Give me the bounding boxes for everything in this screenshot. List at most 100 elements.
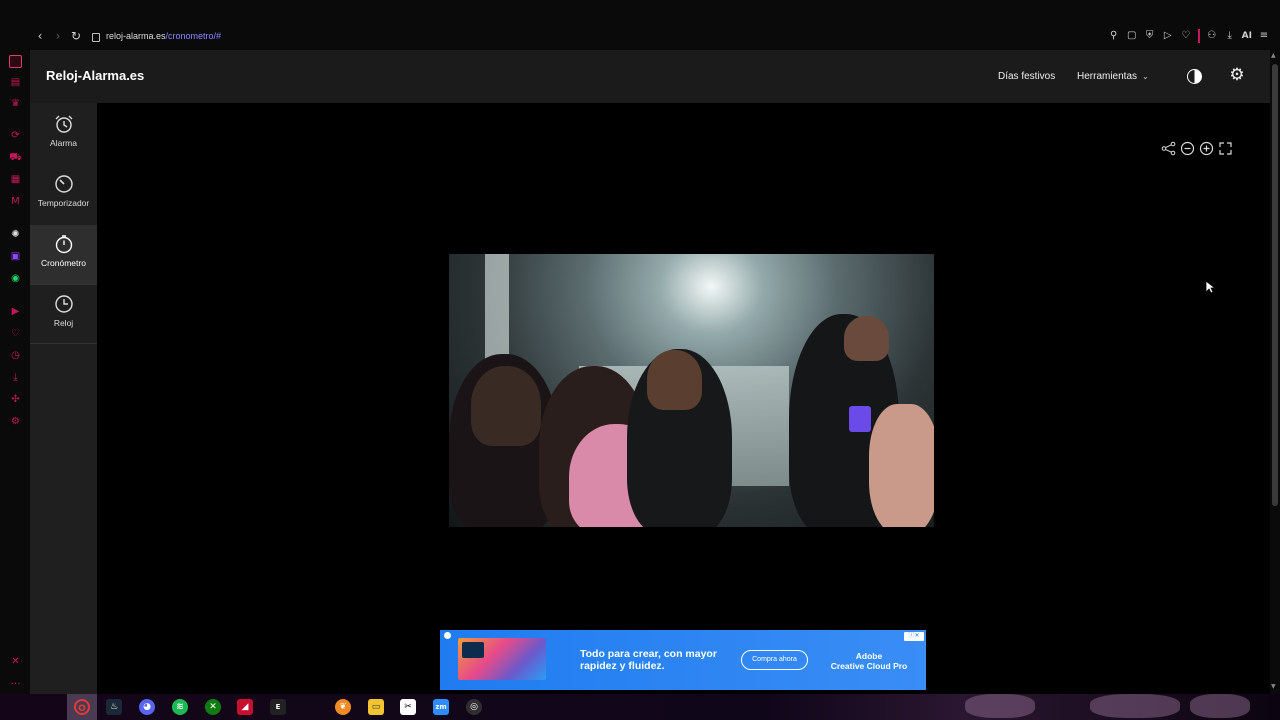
- mouse-cursor-icon: [1205, 280, 1215, 294]
- clock-icon: [54, 295, 73, 313]
- spotify-icon[interactable]: ≋: [172, 699, 188, 715]
- video-cup-shape: [849, 406, 871, 432]
- obs-icon[interactable]: ◎: [466, 699, 482, 715]
- fullscreen-icon[interactable]: [1218, 141, 1233, 156]
- video-hand-shape: [869, 404, 934, 527]
- ad-image: [458, 638, 546, 680]
- twitch-icon[interactable]: ▣: [9, 250, 22, 263]
- fl-studio-icon[interactable]: ❦: [335, 699, 351, 715]
- sidebar-item-temporizador[interactable]: Temporizador: [30, 165, 97, 224]
- zoom-out-icon[interactable]: [1180, 141, 1195, 156]
- site-logo[interactable]: Reloj-Alarma.es: [46, 68, 144, 83]
- wallpaper-shape: [1090, 694, 1180, 718]
- steam-icon[interactable]: ♨: [106, 699, 122, 715]
- reload-icon[interactable]: ↻: [70, 29, 82, 43]
- zoom-icon[interactable]: zm: [433, 699, 449, 715]
- sidebar-item-label: Cronómetro: [41, 258, 86, 268]
- file-explorer-icon[interactable]: ▭: [368, 699, 384, 715]
- browser-toolbar: ‹ › ↻ reloj-alarma.es/cronometro/# ⚲ ▢ ⛨…: [0, 0, 1280, 50]
- play-icon[interactable]: ▷: [1162, 29, 1174, 43]
- back-icon[interactable]: ‹: [34, 29, 46, 43]
- share-icon[interactable]: [1161, 141, 1176, 156]
- browser-toolbar-actions: ⚲ ▢ ⛨ ▷ ♡ ⚇ ⤓ AI ≡: [1108, 29, 1270, 43]
- ad-brand-line1: Adobe: [855, 651, 883, 661]
- player-icon[interactable]: ▶: [9, 305, 22, 318]
- theme-toggle-icon[interactable]: [1187, 69, 1202, 84]
- crown-icon[interactable]: ♛: [9, 97, 22, 110]
- nav-tools-label: Herramientas: [1077, 71, 1138, 82]
- ad-close-icon[interactable]: ⓘ✕: [904, 632, 924, 641]
- shield-icon[interactable]: ⛨: [1144, 29, 1156, 43]
- favorites-icon[interactable]: ♡: [9, 327, 22, 340]
- stopwatch-toolbar: [1161, 141, 1233, 156]
- zoom-in-icon[interactable]: [1199, 141, 1214, 156]
- amd-icon[interactable]: ◢: [237, 699, 253, 715]
- ad-info-icon[interactable]: [444, 632, 451, 639]
- discord-icon[interactable]: ◕: [139, 699, 155, 715]
- os-taskbar: O ♨ ◕ ≋ ✕ ◢ E ❦ ▭ ✂ zm ◎: [0, 694, 1280, 720]
- sidebar-divider: [30, 343, 97, 344]
- heart-icon[interactable]: ♡: [1180, 29, 1192, 43]
- url-path: /cronometro/#: [165, 31, 222, 41]
- browser-sidebar: ▤ ♛ ⟳ ⛟ ▦ M ✺ ▣ ◉ ▶ ♡ ◷ ⤓ ✣ ⚙ ✕ …: [0, 50, 30, 694]
- main-content: Todo para crear, con mayor rapidez y flu…: [97, 103, 1270, 694]
- nav-holidays[interactable]: Días festivos: [998, 71, 1055, 82]
- sidebar-item-reloj[interactable]: Reloj: [30, 285, 97, 344]
- menu-icon[interactable]: ≡: [1258, 29, 1270, 43]
- address-bar[interactable]: reloj-alarma.es/cronometro/#: [92, 30, 221, 42]
- chatgpt-icon[interactable]: ✺: [9, 228, 22, 241]
- alarm-clock-icon: [55, 115, 72, 133]
- gmail-icon[interactable]: M: [9, 195, 22, 208]
- chevron-down-icon: ⌄: [1142, 72, 1149, 81]
- site-header: Reloj-Alarma.es Días festivos Herramient…: [30, 50, 1270, 103]
- tab-islands-icon[interactable]: ✕: [9, 655, 22, 668]
- gear-icon[interactable]: ⚙: [1227, 65, 1247, 85]
- wallpaper-shape: [965, 694, 1035, 718]
- download-icon[interactable]: ⤓: [1224, 29, 1236, 43]
- sidebar-item-label: Temporizador: [37, 198, 90, 208]
- ad-cta-button[interactable]: Compra ahora: [741, 650, 808, 670]
- history-sync-icon[interactable]: ⟳: [9, 129, 22, 142]
- pin-icon[interactable]: ⚲: [1108, 29, 1120, 43]
- url-host: reloj-alarma.es: [106, 31, 166, 41]
- ad-banner[interactable]: Todo para crear, con mayor rapidez y flu…: [440, 630, 926, 690]
- ad-headline: Todo para crear, con mayor rapidez y flu…: [580, 648, 717, 672]
- ai-button[interactable]: AI: [1242, 29, 1252, 43]
- cart-icon[interactable]: ⛟: [9, 151, 22, 164]
- browser-nav-buttons: ‹ › ↻: [34, 29, 82, 43]
- sidebar-item-label: Alarma: [50, 138, 77, 148]
- scrollbar-thumb[interactable]: [1272, 64, 1278, 506]
- settings-icon[interactable]: ⚙: [9, 415, 22, 428]
- workspaces-icon[interactable]: ▤: [9, 76, 22, 89]
- nav-tools-dropdown[interactable]: Herramientas ⌄: [1077, 71, 1149, 82]
- history-icon[interactable]: ◷: [9, 349, 22, 362]
- opera-icon[interactable]: O: [74, 699, 90, 715]
- app-sidebar: Alarma Temporizador Cronómetro Reloj: [30, 103, 97, 694]
- xbox-icon[interactable]: ✕: [205, 699, 221, 715]
- scroll-down-icon[interactable]: ▼: [1271, 683, 1276, 690]
- ad-brand-line2: Creative Cloud Pro: [830, 661, 908, 671]
- home-icon[interactable]: [9, 55, 22, 68]
- toolbar-separator: [1197, 29, 1200, 43]
- webcam-video[interactable]: [449, 254, 934, 527]
- downloads-icon[interactable]: ⤓: [9, 371, 22, 384]
- video-person-shape: [471, 366, 541, 446]
- sidebar-item-cronometro[interactable]: Cronómetro: [30, 225, 97, 284]
- more-icon[interactable]: …: [9, 675, 22, 688]
- forward-icon[interactable]: ›: [52, 29, 64, 43]
- ticket-icon[interactable]: ▦: [9, 173, 22, 186]
- extensions-icon[interactable]: ✣: [9, 393, 22, 406]
- whatsapp-icon[interactable]: ◉: [9, 272, 22, 285]
- sidebar-item-alarma[interactable]: Alarma: [30, 105, 97, 164]
- snapshot-icon[interactable]: ▢: [1126, 29, 1138, 43]
- video-person-shape: [647, 350, 702, 410]
- epic-games-icon[interactable]: E: [270, 699, 286, 715]
- timer-icon: [54, 175, 73, 193]
- scroll-up-icon[interactable]: ▲: [1271, 52, 1276, 59]
- lock-icon: [92, 32, 100, 42]
- stopwatch-icon: [55, 235, 72, 254]
- video-person-shape: [844, 316, 889, 361]
- page-scrollbar[interactable]: ▲ ▼: [1270, 50, 1280, 694]
- capcut-icon[interactable]: ✂: [400, 699, 416, 715]
- profile-icon[interactable]: ⚇: [1206, 29, 1218, 43]
